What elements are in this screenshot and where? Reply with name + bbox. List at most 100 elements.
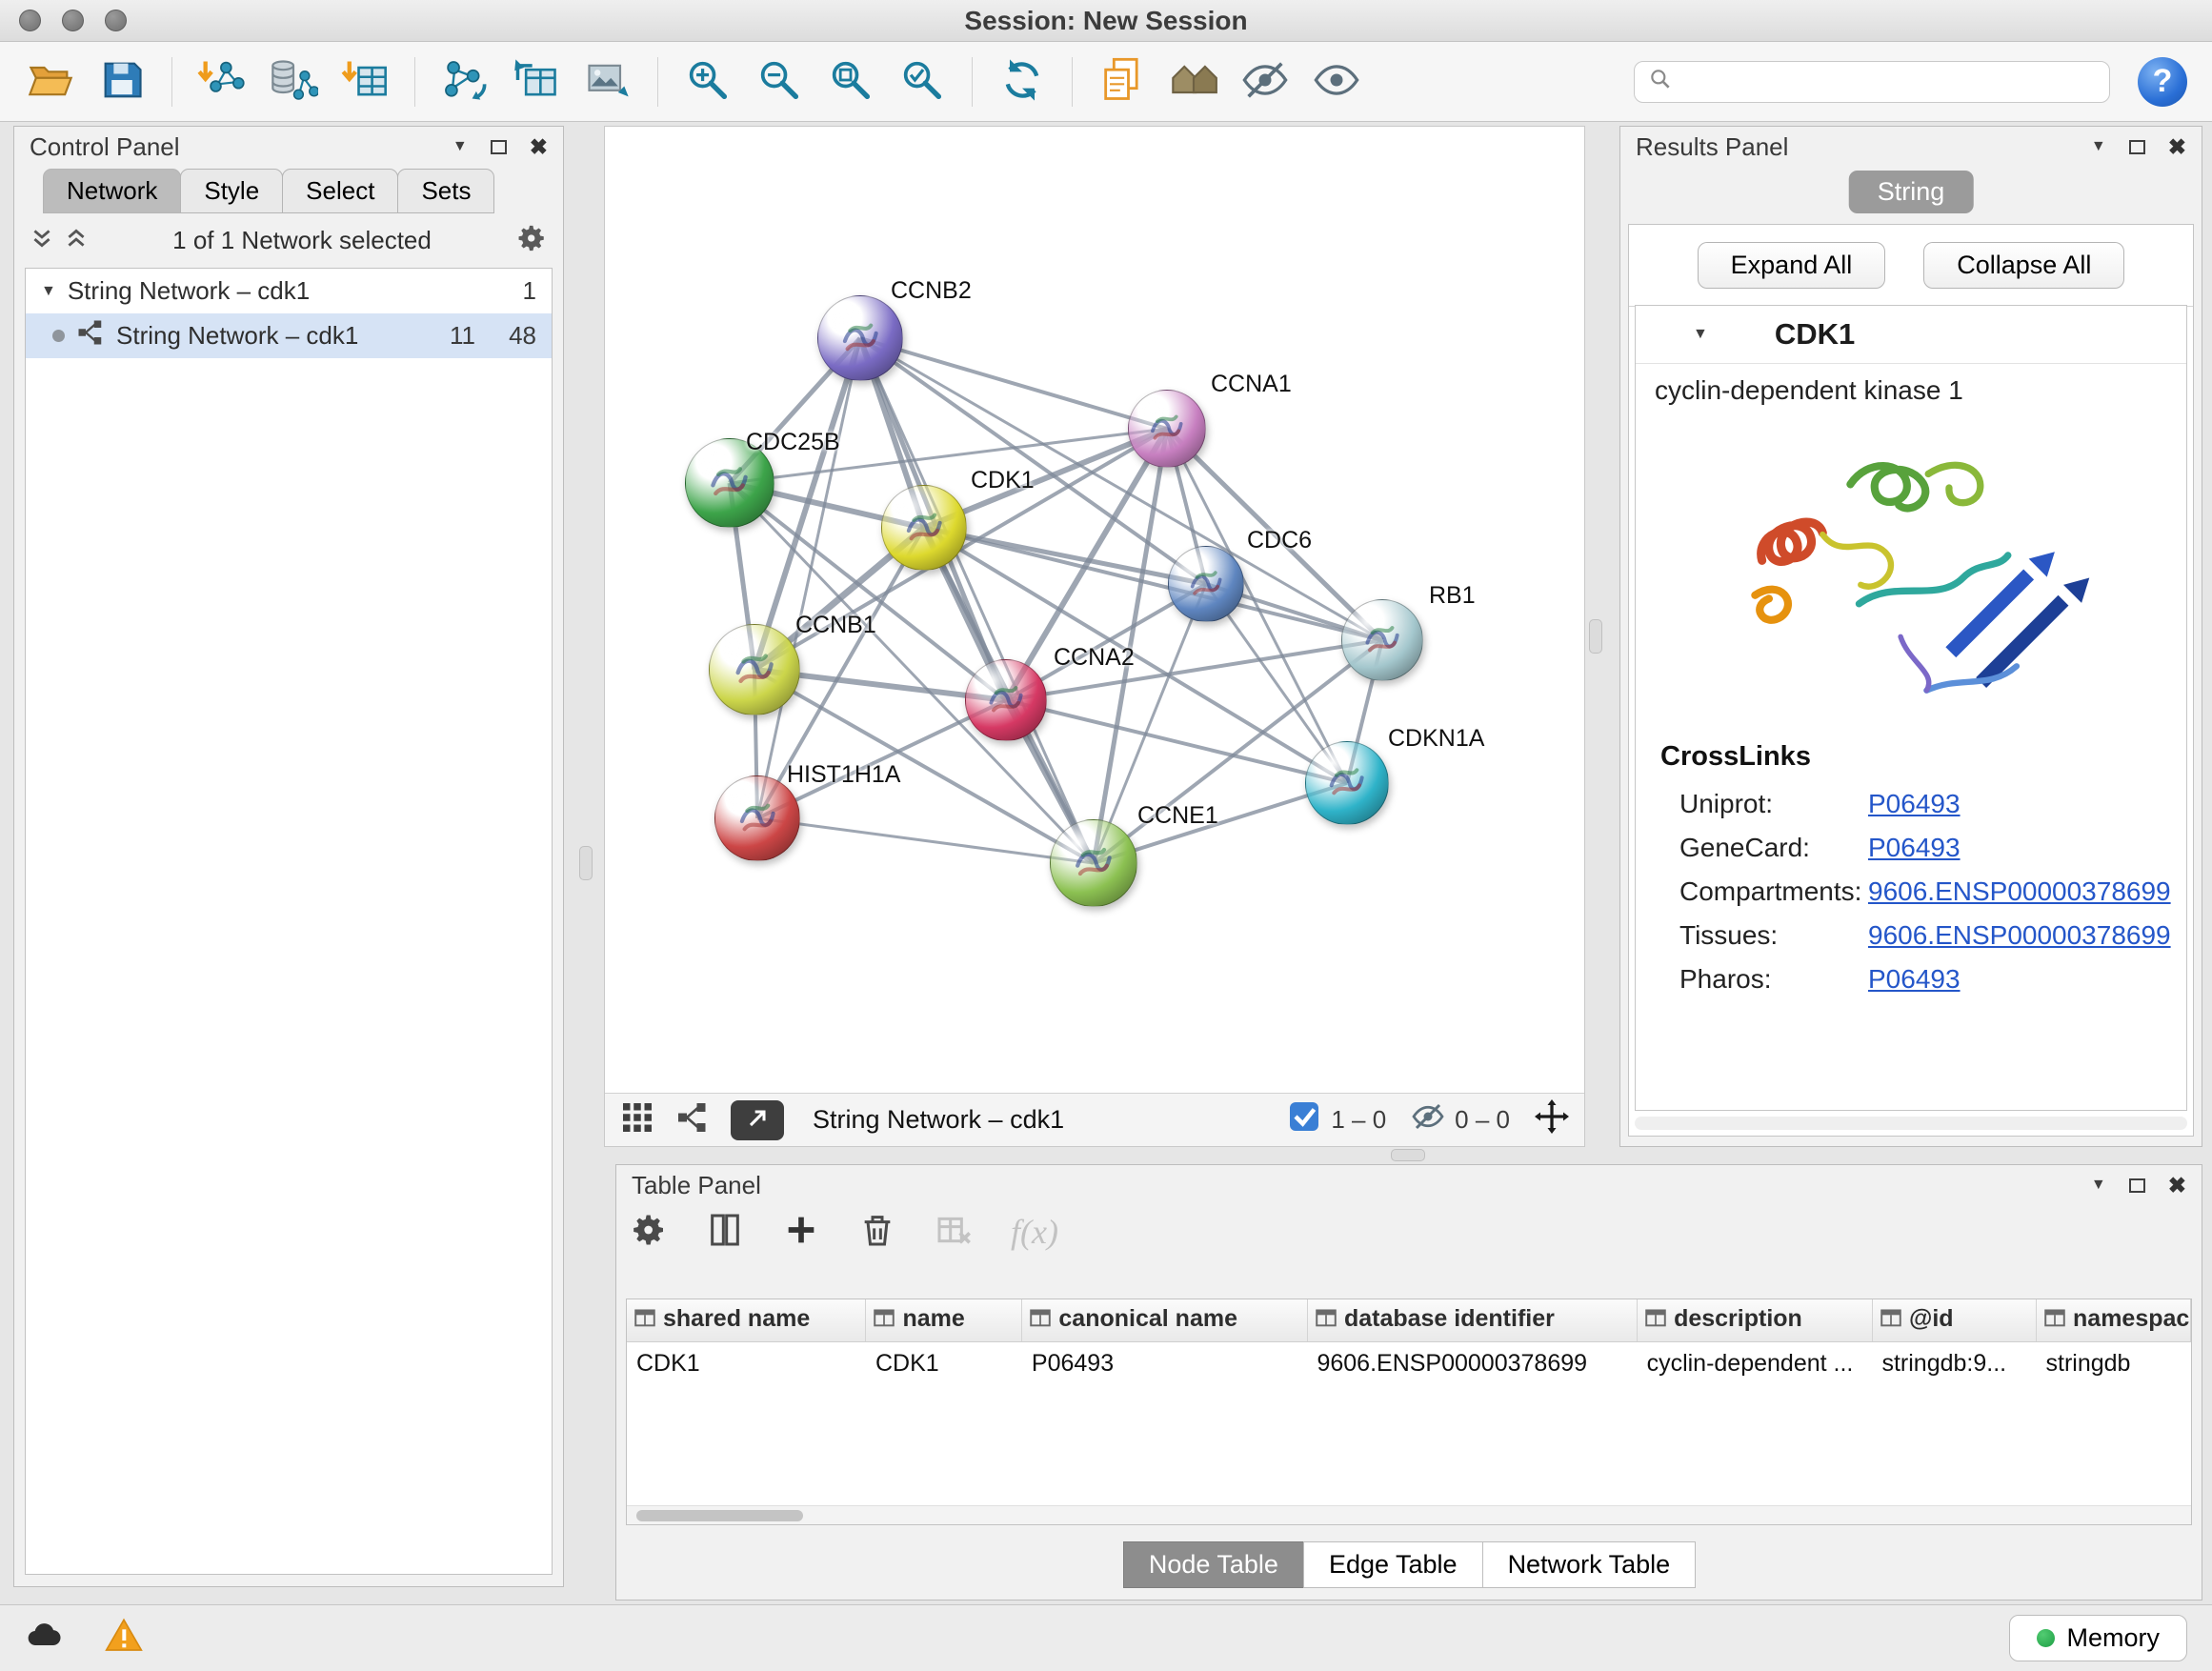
network-node-ccnb2[interactable] bbox=[817, 295, 903, 381]
column-header-database-identifier[interactable]: database identifier bbox=[1307, 1299, 1637, 1341]
network-node-ccna2[interactable] bbox=[965, 659, 1047, 741]
cloud-icon[interactable] bbox=[25, 1617, 63, 1660]
panel-menu-icon[interactable]: ▼ bbox=[2091, 138, 2106, 155]
float-panel-icon[interactable] bbox=[2129, 1178, 2145, 1193]
birdseye-grid-icon[interactable] bbox=[620, 1100, 654, 1139]
close-panel-icon[interactable]: ✖ bbox=[2168, 1173, 2186, 1198]
import-network-database-icon bbox=[269, 55, 318, 108]
warning-icon[interactable] bbox=[105, 1617, 143, 1660]
network-edge[interactable] bbox=[757, 818, 1094, 863]
float-panel-icon[interactable] bbox=[491, 140, 507, 154]
table-options-button[interactable] bbox=[630, 1211, 668, 1252]
tab-network[interactable]: Network bbox=[43, 169, 181, 213]
fit-content-crosshair-icon[interactable] bbox=[1535, 1099, 1569, 1140]
horizontal-splitter-handle[interactable] bbox=[1391, 1149, 1425, 1161]
refresh-view-button[interactable] bbox=[991, 50, 1054, 113]
tree-expand-icon[interactable]: ▼ bbox=[41, 283, 56, 300]
import-table-button[interactable] bbox=[333, 50, 396, 113]
expand-all-icon[interactable] bbox=[64, 226, 89, 255]
collapse-all-icon[interactable] bbox=[30, 226, 54, 255]
network-node-ccne1[interactable] bbox=[1050, 819, 1137, 907]
memory-button[interactable]: Memory bbox=[2009, 1615, 2187, 1661]
tab-sets[interactable]: Sets bbox=[397, 169, 494, 213]
results-scrollbar[interactable] bbox=[1635, 1117, 2187, 1130]
function-builder-button[interactable]: f(x) bbox=[1011, 1212, 1058, 1252]
crosslink-uniprot-link[interactable]: P06493 bbox=[1868, 789, 1961, 819]
column-header-id[interactable]: @id bbox=[1872, 1299, 2036, 1341]
panel-menu-icon[interactable]: ▼ bbox=[452, 138, 468, 155]
search-input[interactable] bbox=[1682, 67, 2096, 96]
open-session-button[interactable] bbox=[19, 50, 82, 113]
expand-all-button[interactable]: Expand All bbox=[1698, 242, 1886, 289]
column-header-shared-name[interactable]: shared name bbox=[627, 1299, 866, 1341]
crosslink-pharos-link[interactable]: P06493 bbox=[1868, 964, 1961, 995]
export-network-button[interactable] bbox=[505, 50, 568, 113]
hidden-counter: 0 – 0 bbox=[1455, 1105, 1510, 1135]
network-canvas[interactable]: CCNB2CCNA1CDC25BCDK1CDC6RB1CCNB1CCNA2CDK… bbox=[605, 127, 1584, 1093]
column-header-namespac[interactable]: namespac bbox=[2037, 1299, 2191, 1341]
close-panel-icon[interactable]: ✖ bbox=[530, 134, 548, 160]
vertical-splitter-handle[interactable] bbox=[1589, 619, 1602, 654]
zoom-in-button[interactable] bbox=[676, 50, 739, 113]
import-network-file-button[interactable] bbox=[191, 50, 253, 113]
tab-string[interactable]: String bbox=[1849, 171, 1974, 213]
collapse-gene-icon[interactable]: ▼ bbox=[1693, 326, 1708, 343]
table-horizontal-scrollbar[interactable] bbox=[627, 1505, 2191, 1524]
collapse-all-button[interactable]: Collapse All bbox=[1923, 242, 2124, 289]
network-tree: ▼ String Network – cdk1 1 String Network… bbox=[25, 268, 553, 1575]
import-network-database-button[interactable] bbox=[262, 50, 325, 113]
zoom-fit-button[interactable] bbox=[819, 50, 882, 113]
zoom-selected-button[interactable] bbox=[891, 50, 954, 113]
gene-header[interactable]: ▼ CDK1 bbox=[1636, 306, 2186, 364]
float-panel-icon[interactable] bbox=[2129, 140, 2145, 154]
string-share-icon[interactable] bbox=[675, 1100, 710, 1139]
column-header-description[interactable]: description bbox=[1638, 1299, 1873, 1341]
save-session-button[interactable] bbox=[90, 50, 153, 113]
clone-network-button[interactable] bbox=[1091, 50, 1154, 113]
crosslink-tissues-link[interactable]: 9606.ENSP00000378699 bbox=[1868, 920, 2171, 951]
hidden-eye-slash-icon[interactable] bbox=[1411, 1099, 1445, 1140]
maximize-window-button[interactable] bbox=[105, 10, 127, 31]
gear-icon bbox=[630, 1211, 668, 1252]
minimize-window-button[interactable] bbox=[62, 10, 84, 31]
network-node-rb1[interactable] bbox=[1341, 599, 1423, 681]
tab-network-table[interactable]: Network Table bbox=[1482, 1541, 1697, 1588]
delete-column-button[interactable] bbox=[858, 1211, 896, 1252]
tab-style[interactable]: Style bbox=[180, 169, 283, 213]
export-image-button[interactable] bbox=[576, 50, 639, 113]
network-edge[interactable] bbox=[860, 338, 1167, 429]
column-header-name[interactable]: name bbox=[866, 1299, 1022, 1341]
tab-edge-table[interactable]: Edge Table bbox=[1303, 1541, 1483, 1588]
network-node-cdc6[interactable] bbox=[1168, 546, 1244, 622]
network-node-ccnb1[interactable] bbox=[709, 624, 800, 715]
network-edge[interactable] bbox=[757, 338, 860, 818]
network-options-gear-icon[interactable] bbox=[515, 222, 548, 259]
column-header-canonical-name[interactable]: canonical name bbox=[1022, 1299, 1308, 1341]
close-panel-icon[interactable]: ✖ bbox=[2168, 134, 2186, 160]
crosslink-compartments-link[interactable]: 9606.ENSP00000378699 bbox=[1868, 876, 2171, 907]
zoom-out-button[interactable] bbox=[748, 50, 811, 113]
open-in-browser-button[interactable] bbox=[731, 1100, 784, 1140]
hide-selection-button[interactable] bbox=[1234, 50, 1297, 113]
selected-checkbox-icon[interactable] bbox=[1287, 1099, 1321, 1140]
network-node-cdk1[interactable] bbox=[881, 485, 967, 571]
vertical-splitter-handle[interactable] bbox=[579, 846, 593, 880]
network-collection-row[interactable]: ▼ String Network – cdk1 1 bbox=[26, 269, 552, 313]
crosslink-genecard-link[interactable]: P06493 bbox=[1868, 833, 1961, 863]
tab-select[interactable]: Select bbox=[282, 169, 398, 213]
network-node-ccna1[interactable] bbox=[1128, 390, 1206, 468]
home-button[interactable] bbox=[1162, 50, 1225, 113]
show-selection-button[interactable] bbox=[1305, 50, 1368, 113]
network-row-selected[interactable]: String Network – cdk1 11 48 bbox=[26, 313, 552, 358]
delete-table-button[interactable] bbox=[935, 1211, 973, 1252]
new-network-button[interactable] bbox=[433, 50, 496, 113]
panel-menu-icon[interactable]: ▼ bbox=[2091, 1177, 2106, 1194]
show-columns-button[interactable] bbox=[706, 1211, 744, 1252]
help-button[interactable]: ? bbox=[2138, 57, 2187, 107]
table-row[interactable]: CDK1CDK1P064939606.ENSP00000378699cyclin… bbox=[627, 1341, 2191, 1385]
create-column-button[interactable] bbox=[782, 1211, 820, 1252]
tab-node-table[interactable]: Node Table bbox=[1123, 1541, 1304, 1588]
close-window-button[interactable] bbox=[19, 10, 41, 31]
network-node-cdkn1a[interactable] bbox=[1305, 741, 1389, 825]
scrollbar-thumb[interactable] bbox=[636, 1510, 803, 1521]
